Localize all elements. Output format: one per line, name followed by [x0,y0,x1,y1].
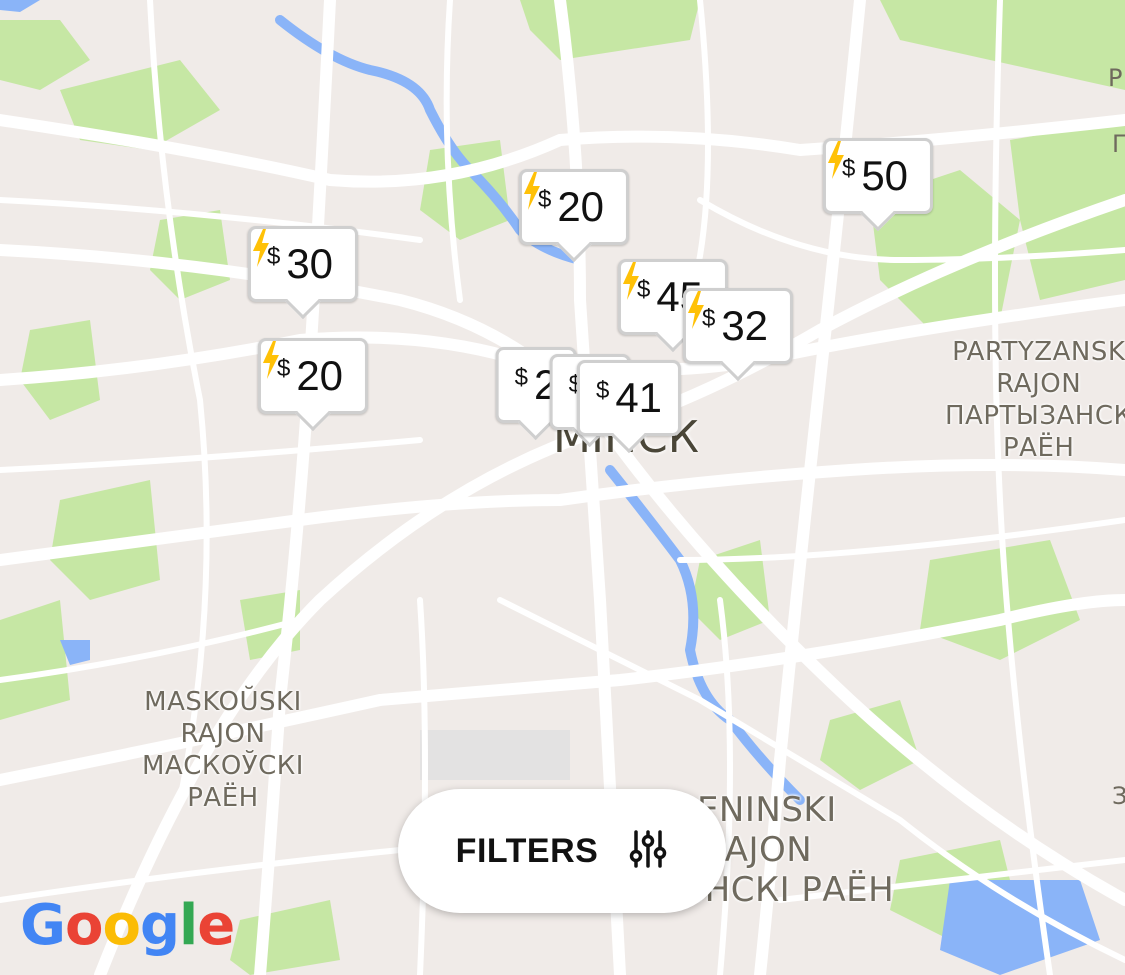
price-marker[interactable]: $41 [576,360,682,436]
district-line: МАСКОЎСКІ [142,751,304,781]
price-currency: $ [514,364,528,391]
district-line: RAJON [180,719,266,749]
price-marker[interactable]: $50 [822,138,934,214]
district-label-maskouski: MASKOŬSKI RAJON МАСКОЎСКІ РАЁН [142,686,304,814]
price-marker[interactable]: $20 [518,169,630,245]
edge-label: П [1112,130,1125,158]
district-label-partyzanski: PARTYZANSK RAJON ПАРТЫЗАНСК РАЁН [945,336,1125,464]
edge-label: З [1112,782,1125,810]
logo-letter: e [197,893,235,958]
district-line: РАЁН [1003,433,1075,463]
price-amount: 20 [296,352,344,399]
price-currency: $ [595,377,610,404]
edge-label: Р [1108,64,1123,92]
district-line: RAJON [996,369,1082,399]
price-amount: 32 [721,302,769,349]
district-line: MASKOŬSKI [144,687,302,717]
price-marker-box: $30 [247,226,359,302]
google-logo: Google [20,893,235,958]
price-amount: 20 [557,183,605,230]
district-line: РАЁН [187,783,259,813]
filters-button[interactable]: FILTERS [398,789,726,913]
price-marker-box: $20 [257,338,369,414]
logo-letter: g [139,893,180,958]
price-amount: 41 [615,374,663,421]
price-marker-box: $32 [682,288,794,364]
price-amount: 30 [286,240,334,287]
price-marker[interactable]: $20 [257,338,369,414]
logo-letter: l [179,893,198,958]
price-marker[interactable]: $32 [682,288,794,364]
filters-label: FILTERS [455,831,599,870]
logo-letter: o [64,893,103,958]
price-amount: 50 [861,152,909,199]
price-marker-box: $41 [576,360,682,436]
logo-letter: G [20,893,66,958]
sliders-icon [628,829,668,874]
district-line: ПАРТЫЗАНСК [945,401,1125,431]
district-line: PARTYZANSK [952,337,1125,367]
price-marker-box: $20 [518,169,630,245]
price-marker-box: $50 [822,138,934,214]
price-marker[interactable]: $30 [247,226,359,302]
logo-letter: o [102,893,140,958]
